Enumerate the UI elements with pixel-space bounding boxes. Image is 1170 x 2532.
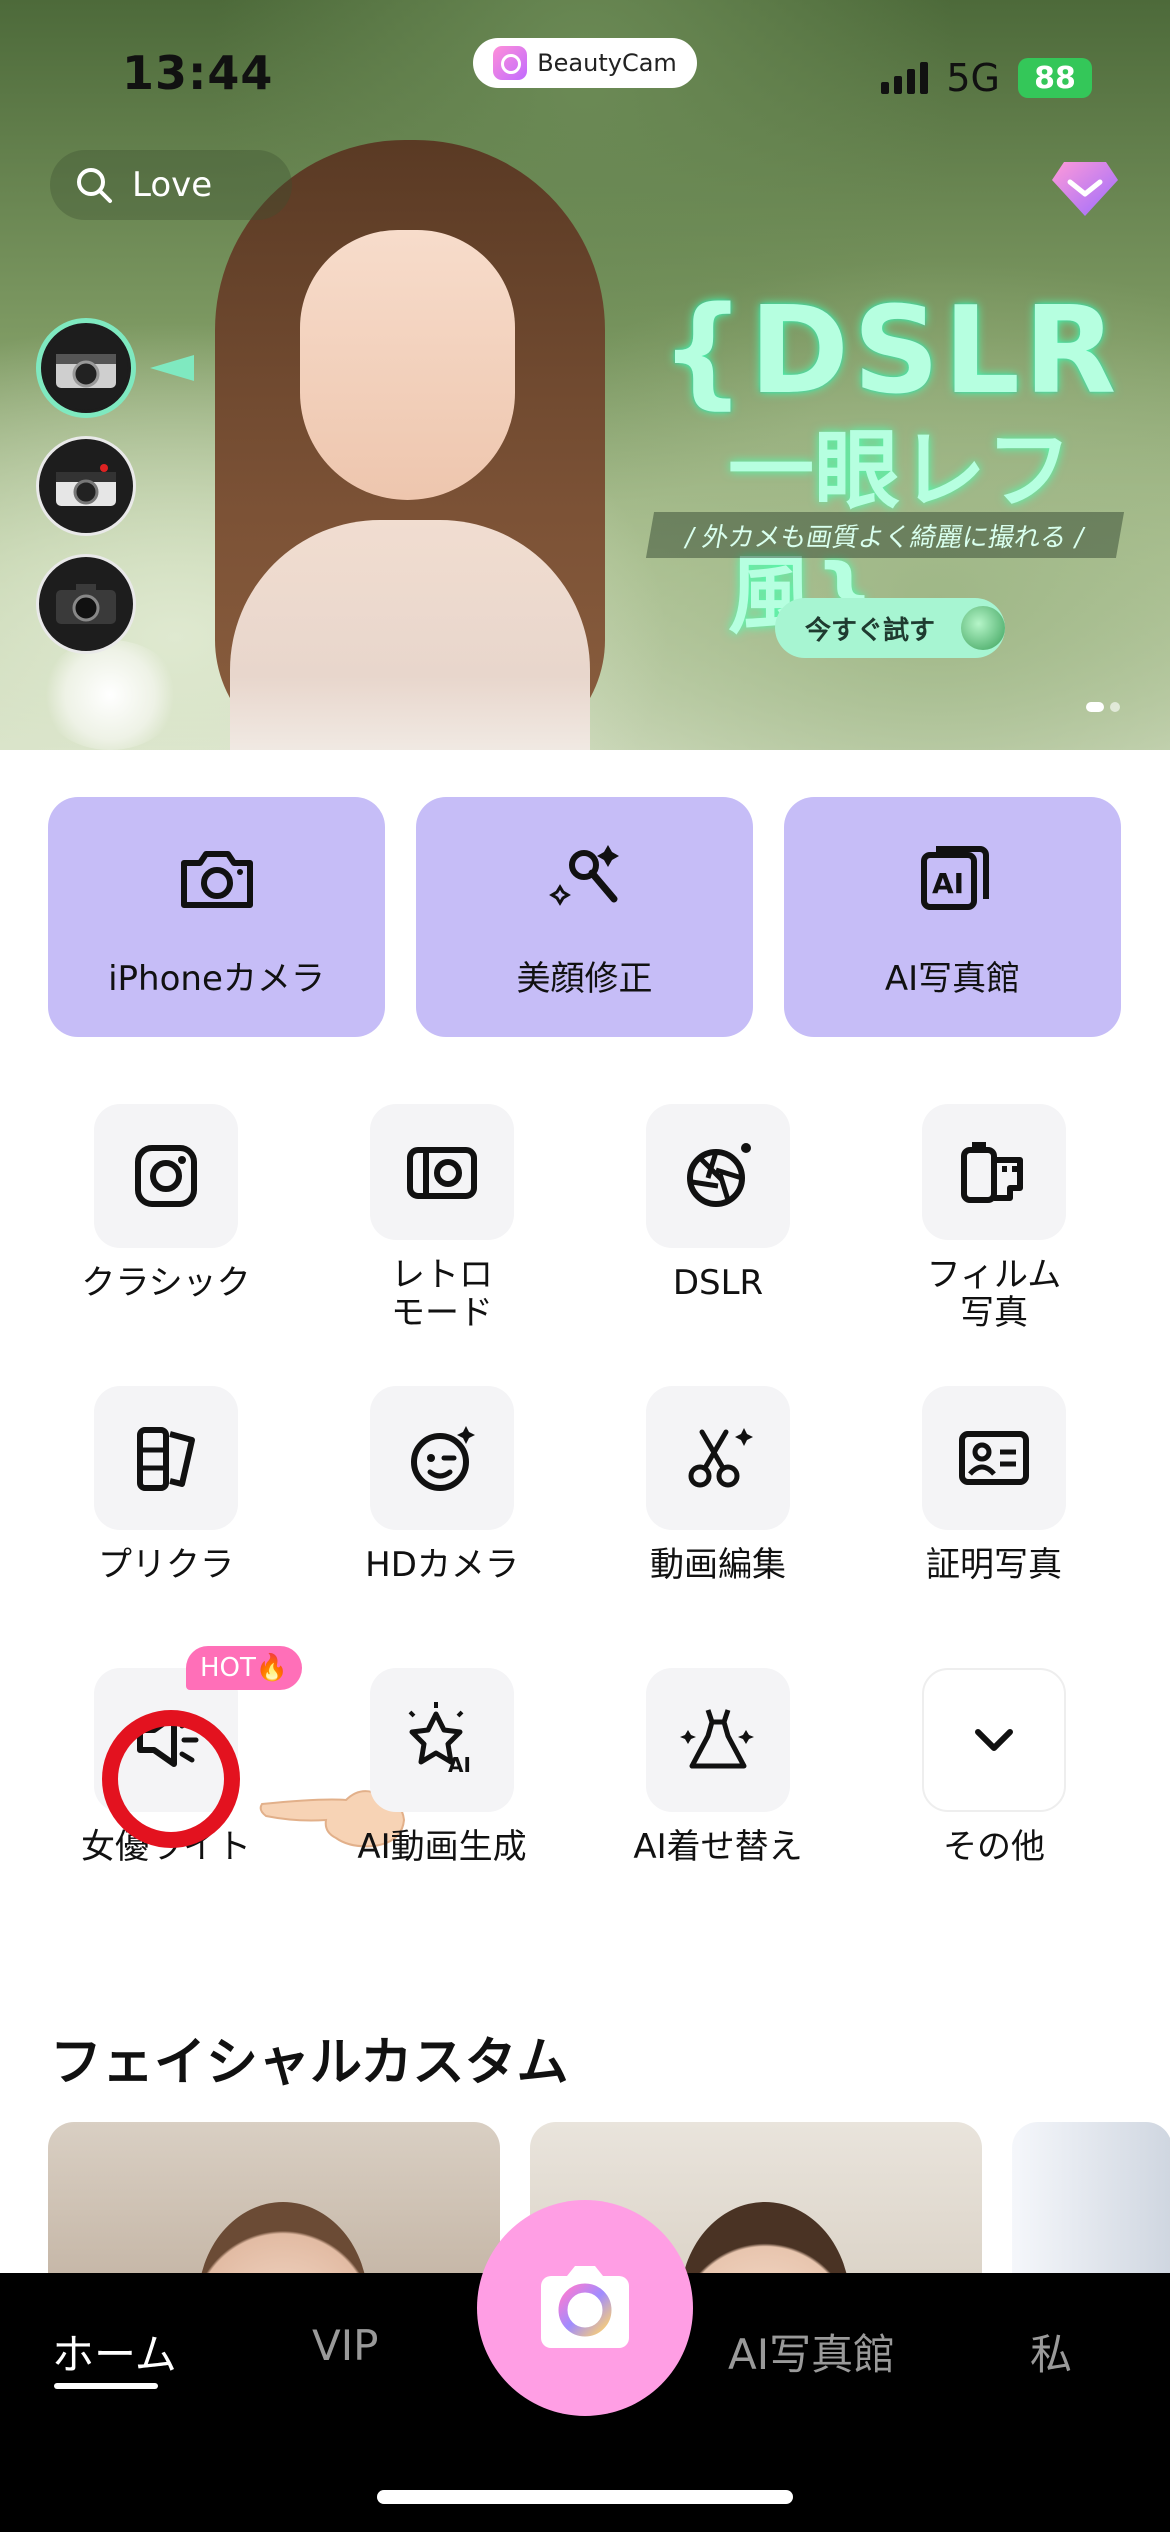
network-type: 5G — [946, 56, 1000, 100]
banner-model-face — [300, 230, 515, 500]
promo-tagline: / 外カメも画質よく綺麗に撮れる / — [645, 512, 1125, 558]
hero-banner[interactable]: 13:44 BeautyCam 5G 88 Love {DSLR 一眼レフ風} … — [0, 0, 1170, 750]
tool-label: HDカメラ — [365, 1545, 519, 1585]
svg-text:AI: AI — [448, 1753, 471, 1777]
feature-beauty-retouch[interactable]: 美顔修正 — [416, 797, 753, 1037]
scissors-icon — [688, 1428, 753, 1488]
search-placeholder: Love — [132, 165, 213, 205]
camera-icon — [180, 850, 253, 908]
tool-label: AI動画生成 — [357, 1827, 527, 1867]
tool-label: フィルム 写真 — [926, 1255, 1062, 1333]
feature-label: iPhoneカメラ — [108, 958, 325, 999]
beautycam-logo-icon — [493, 46, 528, 80]
vip-diamond-icon[interactable] — [1050, 158, 1120, 218]
battery-icon: 88 — [1018, 58, 1092, 98]
tool-icon-tile — [646, 1668, 790, 1812]
status-indicators: 5G 88 — [881, 56, 1092, 100]
tool-icon-tile — [646, 1104, 790, 1248]
camera-style-1[interactable] — [36, 318, 136, 418]
tool-dslr[interactable]: DSLR — [580, 1104, 856, 1332]
feature-label: 美顔修正 — [516, 958, 653, 999]
ai-photo-icon: AI — [920, 845, 989, 910]
film-roll-icon — [961, 1142, 1023, 1203]
tool-icon-tile — [646, 1386, 790, 1530]
tool-label: DSLR — [672, 1263, 764, 1303]
tool-label: 証明写真 — [926, 1545, 1062, 1585]
tool-ai-video[interactable]: AI AI動画生成 — [304, 1668, 580, 1896]
tool-purikura[interactable]: プリクラ — [28, 1386, 304, 1614]
tool-icon-tile — [94, 1104, 238, 1248]
vintage-camera-icon — [56, 354, 116, 388]
tool-ai-outfit[interactable]: AI着せ替え — [580, 1668, 856, 1896]
status-time: 13:44 — [122, 46, 274, 100]
photo-strip-icon — [137, 1427, 195, 1491]
banner-flowers — [40, 640, 180, 750]
tool-film-photo[interactable]: フィルム 写真 — [856, 1104, 1132, 1332]
dslr-camera-icon — [56, 584, 116, 624]
main-features: iPhoneカメラ 美顔修正 AI AI写真館 — [48, 797, 1121, 1037]
home-indicator — [377, 2490, 793, 2504]
tool-label: AI着せ替え — [633, 1827, 803, 1867]
wink-face-icon — [411, 1426, 475, 1491]
tool-label: レトロ モード — [391, 1255, 493, 1333]
feature-iphone-camera[interactable]: iPhoneカメラ — [48, 797, 385, 1037]
try-now-button[interactable]: 今すぐ試す — [775, 598, 1005, 658]
beautycam-camera-icon — [541, 2266, 629, 2348]
svg-text:AI: AI — [932, 867, 964, 900]
selected-style-pointer — [150, 355, 194, 381]
search-input[interactable]: Love — [50, 150, 292, 220]
tool-more[interactable]: その他 — [856, 1668, 1132, 1896]
makeup-brush-icon — [548, 844, 619, 906]
camera-style-2[interactable] — [36, 436, 136, 536]
hot-badge: HOT🔥 — [186, 1646, 303, 1690]
try-now-label: 今すぐ試す — [805, 615, 936, 646]
tool-icon-tile: AI — [370, 1668, 514, 1812]
tab-ai-studio[interactable]: AI写真館 — [728, 2321, 895, 2382]
active-tab-indicator — [54, 2383, 158, 2389]
feature-ai-studio[interactable]: AI AI写真館 — [784, 797, 1121, 1037]
instagram-camera-icon — [135, 1145, 197, 1207]
tool-classic[interactable]: クラシック — [28, 1104, 304, 1332]
tool-icon-tile — [922, 1386, 1066, 1530]
ai-sparkle-icon: AI — [408, 1702, 471, 1777]
tool-label: クラシック — [81, 1263, 251, 1303]
section-title: フェイシャルカスタム — [50, 2033, 569, 2093]
banner-model-shoulders — [230, 520, 590, 750]
tool-icon-tile — [370, 1386, 514, 1530]
tool-icon-tile — [922, 1104, 1066, 1240]
tool-label: 動画編集 — [650, 1545, 786, 1585]
dress-icon — [680, 1709, 754, 1769]
camera-shutter-button[interactable] — [477, 2200, 693, 2416]
app-indicator-pill: BeautyCam — [473, 38, 697, 88]
film-camera-icon — [56, 464, 116, 506]
tool-hd-camera[interactable]: HDカメラ — [304, 1386, 580, 1614]
aperture-icon — [687, 1143, 751, 1207]
tool-label: その他 — [943, 1827, 1045, 1867]
id-card-icon — [959, 1431, 1029, 1485]
tab-home[interactable]: ホーム — [52, 2321, 177, 2382]
tool-id-photo[interactable]: 証明写真 — [856, 1386, 1132, 1614]
camera-style-list — [36, 318, 136, 654]
tab-me[interactable]: 私 — [1030, 2321, 1072, 2382]
highlight-ring — [102, 1710, 240, 1848]
camera-style-3[interactable] — [36, 554, 136, 654]
banner-page-indicator — [1086, 702, 1120, 712]
tool-video-edit[interactable]: 動画編集 — [580, 1386, 856, 1614]
chevron-down-icon — [975, 1729, 1013, 1751]
tool-actress-light[interactable]: HOT🔥 女優ライト — [28, 1646, 406, 1896]
tool-label: プリクラ — [98, 1545, 234, 1585]
tool-icon-tile — [922, 1668, 1066, 1812]
tool-icon-tile — [94, 1386, 238, 1530]
retro-camera-icon — [407, 1147, 477, 1199]
tool-icon-tile — [370, 1104, 514, 1240]
app-name: BeautyCam — [537, 49, 677, 77]
tool-grid: クラシック レトロ モード DSLR フィルム 写真 プリクラ HDカメラ 動画… — [28, 1104, 1142, 1896]
signal-icon — [881, 62, 929, 94]
search-icon — [77, 168, 112, 203]
tab-vip[interactable]: VIP — [312, 2321, 378, 2370]
tool-retro-mode[interactable]: レトロ モード — [304, 1104, 580, 1332]
feature-label: AI写真館 — [884, 958, 1021, 999]
toggle-dot-icon — [961, 606, 1005, 650]
